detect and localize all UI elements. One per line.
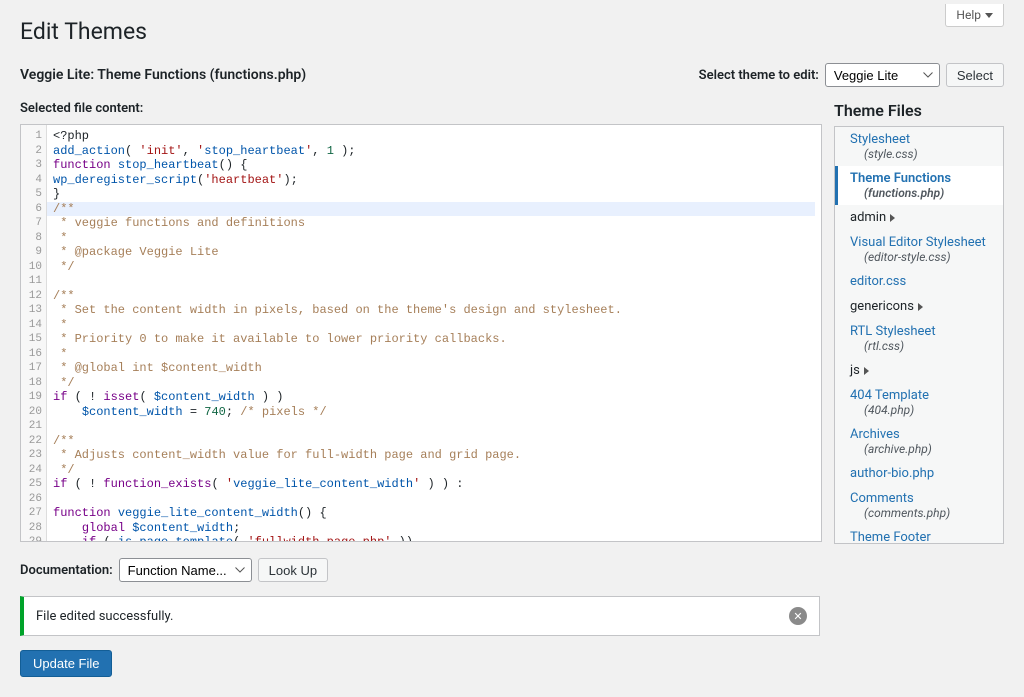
chevron-right-icon xyxy=(890,214,895,222)
code-line[interactable]: add_action( 'init', 'stop_heartbeat', 1 … xyxy=(53,144,815,159)
code-line[interactable]: * Priority 0 to make it available to low… xyxy=(53,332,815,347)
code-line[interactable] xyxy=(53,274,815,289)
select-theme-label: Select theme to edit: xyxy=(699,68,819,83)
code-line[interactable]: wp_deregister_script('heartbeat'); xyxy=(53,173,815,188)
code-line[interactable]: function stop_heartbeat() { xyxy=(53,158,815,173)
code-line[interactable]: } xyxy=(53,187,815,202)
documentation-select[interactable]: Function Name... xyxy=(119,558,252,582)
code-line[interactable]: * xyxy=(53,347,815,362)
code-editor[interactable]: 1234567891011121314151617181920212223242… xyxy=(20,124,822,542)
code-line[interactable]: /** xyxy=(47,202,815,217)
update-file-button[interactable]: Update File xyxy=(20,650,112,677)
chevron-right-icon xyxy=(864,367,869,375)
theme-file-item[interactable]: editor.css xyxy=(835,269,1003,294)
code-line[interactable]: if ( ! isset( $content_width ) ) xyxy=(53,390,815,405)
code-line[interactable] xyxy=(53,419,815,434)
code-line[interactable] xyxy=(53,492,815,507)
documentation-row: Documentation: Function Name... Look Up xyxy=(20,558,1004,582)
code-line[interactable]: $content_width = 740; /* pixels */ xyxy=(53,405,815,420)
theme-file-item[interactable]: js xyxy=(835,358,1003,383)
select-button[interactable]: Select xyxy=(946,63,1004,87)
code-line[interactable]: * @global int $content_width xyxy=(53,361,815,376)
chevron-down-icon xyxy=(985,13,993,18)
theme-file-item[interactable]: Theme Footer(footer.php) xyxy=(835,525,1003,544)
code-line[interactable]: */ xyxy=(53,463,815,478)
theme-select-group: Select theme to edit: Veggie Lite Select xyxy=(699,63,1004,87)
code-body[interactable]: <?phpadd_action( 'init', 'stop_heartbeat… xyxy=(47,125,821,541)
documentation-label: Documentation: xyxy=(20,563,113,578)
theme-file-item[interactable]: admin xyxy=(835,205,1003,230)
lookup-button[interactable]: Look Up xyxy=(258,558,328,582)
code-line[interactable]: if ( ! function_exists( 'veggie_lite_con… xyxy=(53,477,815,492)
file-heading: Veggie Lite: Theme Functions (functions.… xyxy=(20,67,306,83)
theme-file-item[interactable]: 404 Template(404.php) xyxy=(835,383,1003,422)
theme-select[interactable]: Veggie Lite xyxy=(825,63,940,87)
theme-file-item[interactable]: Comments(comments.php) xyxy=(835,486,1003,525)
code-line[interactable]: * Adjusts content_width value for full-w… xyxy=(53,448,815,463)
chevron-right-icon xyxy=(918,303,923,311)
code-line[interactable]: * Set the content width in pixels, based… xyxy=(53,303,815,318)
close-icon[interactable]: ✕ xyxy=(789,607,807,625)
page-title: Edit Themes xyxy=(20,0,1004,45)
code-line[interactable]: */ xyxy=(53,260,815,275)
line-number-gutter: 1234567891011121314151617181920212223242… xyxy=(21,125,47,541)
theme-file-item[interactable]: Stylesheet(style.css) xyxy=(835,127,1003,166)
code-line[interactable]: <?php xyxy=(53,129,815,144)
code-line[interactable]: function veggie_lite_content_width() { xyxy=(53,506,815,521)
help-tab-label: Help xyxy=(956,8,981,22)
notice-text: File edited successfully. xyxy=(36,609,173,624)
theme-files-heading: Theme Files xyxy=(834,101,1004,120)
theme-file-item[interactable]: Theme Functions(functions.php) xyxy=(835,166,1003,205)
code-line[interactable]: */ xyxy=(53,376,815,391)
theme-file-item[interactable]: author-bio.php xyxy=(835,461,1003,486)
code-line[interactable]: /** xyxy=(53,434,815,449)
code-line[interactable]: * @package Veggie Lite xyxy=(53,245,815,260)
help-tab[interactable]: Help xyxy=(945,4,1004,27)
code-line[interactable]: if ( is_page_template( 'fullwidth-page.p… xyxy=(53,535,815,541)
theme-file-item[interactable]: Visual Editor Stylesheet(editor-style.cs… xyxy=(835,230,1003,269)
theme-file-item[interactable]: genericons xyxy=(835,294,1003,319)
code-line[interactable]: * xyxy=(53,318,815,333)
code-line[interactable]: global $content_width; xyxy=(53,521,815,536)
theme-file-item[interactable]: RTL Stylesheet(rtl.css) xyxy=(835,319,1003,358)
code-line[interactable]: /** xyxy=(53,289,815,304)
success-notice: File edited successfully. ✕ xyxy=(20,596,820,636)
theme-file-list: Stylesheet(style.css)Theme Functions(fun… xyxy=(834,126,1004,544)
code-line[interactable]: * xyxy=(53,231,815,246)
code-line[interactable]: * veggie functions and definitions xyxy=(53,216,815,231)
theme-file-item[interactable]: Archives(archive.php) xyxy=(835,422,1003,461)
